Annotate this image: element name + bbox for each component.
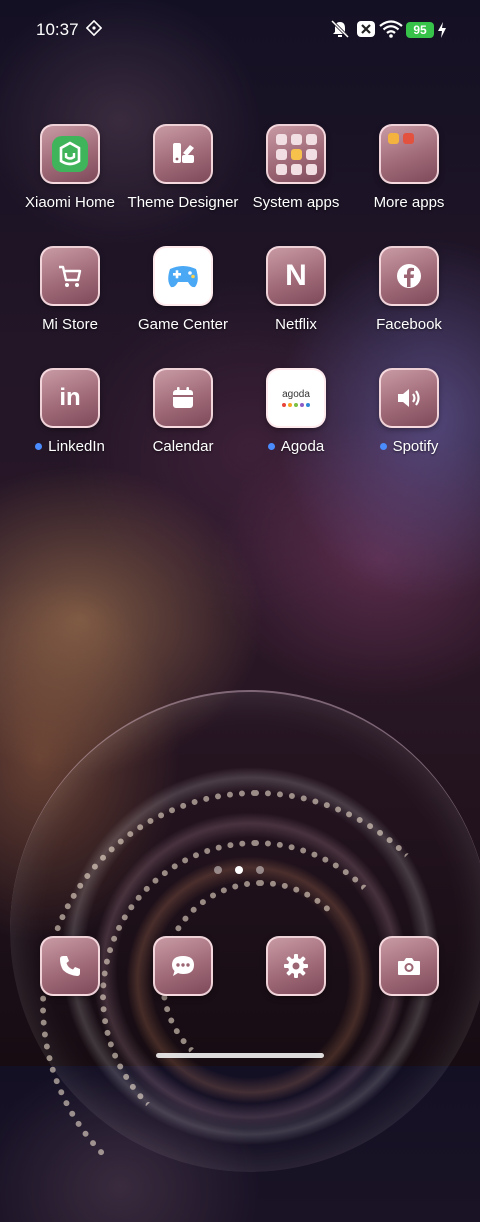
netflix-icon: N — [266, 246, 326, 306]
status-time: 10:37 — [36, 20, 79, 39]
speaker-icon — [379, 368, 439, 428]
gamepad-icon — [153, 246, 213, 306]
app-label: Agoda — [280, 438, 325, 455]
app-theme-designer[interactable]: Theme Designer — [126, 124, 240, 211]
agoda-wordmark: agoda — [282, 389, 310, 400]
dock-messages[interactable] — [126, 936, 240, 996]
new-badge-dot — [379, 442, 387, 450]
app-linkedin[interactable]: in LinkedIn — [13, 368, 127, 455]
app-facebook[interactable]: Facebook — [352, 246, 466, 333]
calendar-icon — [153, 368, 213, 428]
app-label: Game Center — [137, 316, 229, 333]
app-label: Mi Store — [42, 316, 98, 333]
folder-icon — [379, 124, 439, 184]
xiaomi-home-icon — [40, 124, 100, 184]
app-label: System apps — [252, 194, 340, 211]
new-badge-dot — [35, 442, 43, 450]
agoda-icon: agoda — [266, 368, 326, 428]
facebook-icon — [379, 246, 439, 306]
app-label: Facebook — [376, 316, 442, 333]
nfc-icon — [85, 19, 103, 41]
app-label: More apps — [373, 194, 445, 211]
app-agoda[interactable]: agoda Agoda — [239, 368, 353, 455]
mute-icon — [330, 19, 350, 43]
battery-level: 95 — [413, 23, 427, 37]
app-label: Calendar — [152, 438, 214, 455]
wifi-icon — [379, 20, 403, 43]
page-indicator[interactable] — [214, 866, 264, 874]
close-box-icon — [356, 20, 376, 43]
new-badge-dot — [267, 442, 275, 450]
charging-icon — [438, 22, 446, 43]
dock-settings[interactable] — [239, 936, 353, 996]
home-gesture-bar[interactable] — [156, 1053, 324, 1058]
linkedin-icon: in — [40, 368, 100, 428]
app-label: LinkedIn — [48, 438, 105, 455]
folder-preview — [275, 133, 317, 175]
page-dot-active[interactable] — [235, 866, 243, 874]
battery-icon: 95 — [406, 22, 434, 38]
cart-icon — [40, 246, 100, 306]
app-mi-store[interactable]: Mi Store — [13, 246, 127, 333]
folder-icon — [266, 124, 326, 184]
app-spotify[interactable]: Spotify — [352, 368, 466, 455]
folder-system-apps[interactable]: System apps — [239, 124, 353, 211]
messages-icon — [153, 936, 213, 996]
page-dot[interactable] — [214, 866, 222, 874]
app-game-center[interactable]: Game Center — [126, 246, 240, 333]
app-xiaomi-home[interactable]: Xiaomi Home — [13, 124, 127, 211]
app-label: Theme Designer — [127, 194, 239, 211]
app-netflix[interactable]: N Netflix — [239, 246, 353, 333]
dock-camera[interactable] — [352, 936, 466, 996]
phone-icon — [40, 936, 100, 996]
app-label: Netflix — [275, 316, 317, 333]
settings-icon — [266, 936, 326, 996]
folder-more-apps[interactable]: More apps — [352, 124, 466, 211]
camera-icon — [379, 936, 439, 996]
app-label: Xiaomi Home — [24, 194, 116, 211]
dock-phone[interactable] — [13, 936, 127, 996]
status-bar: 10:37 95 — [0, 0, 480, 62]
app-label: Spotify — [392, 438, 439, 455]
app-calendar[interactable]: Calendar — [126, 368, 240, 455]
theme-designer-icon — [153, 124, 213, 184]
page-dot[interactable] — [256, 866, 264, 874]
